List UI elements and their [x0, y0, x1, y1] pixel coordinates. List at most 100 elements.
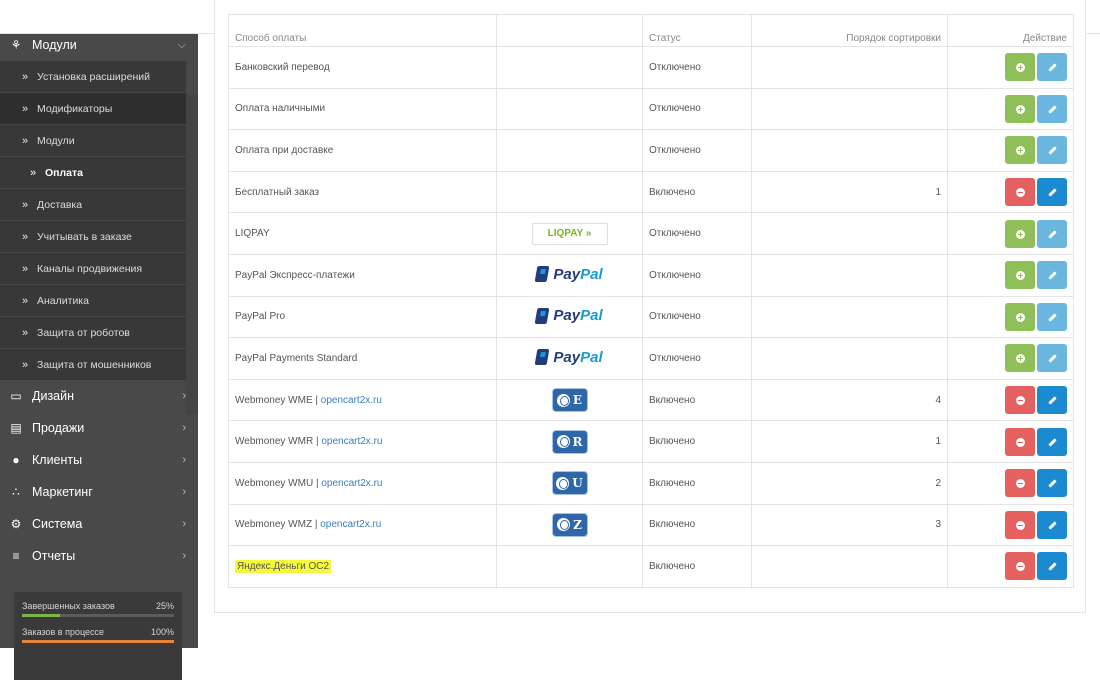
vendor-link[interactable]: opencart2x.ru: [321, 436, 382, 447]
submenu-item[interactable]: » Защита от мошенников: [0, 349, 186, 381]
sidebar-item-modules[interactable]: ⚘ Модули ⌵: [0, 29, 198, 61]
pencil-icon: [1048, 396, 1057, 405]
uninstall-button[interactable]: [1005, 427, 1035, 456]
monitor-icon: ▭: [10, 389, 22, 403]
edit-button[interactable]: [1037, 261, 1067, 290]
vendor-link[interactable]: opencart2x.ru: [321, 395, 382, 406]
cell-payment-name: Webmoney WMU | opencart2x.ru: [228, 461, 497, 505]
uninstall-button[interactable]: [1005, 469, 1035, 498]
cell-logo: Pay Pal: [496, 253, 643, 297]
cell-actions: [947, 87, 1074, 131]
pencil-icon: [1048, 146, 1057, 156]
cell-logo: [496, 46, 643, 89]
cell-status: Включено: [642, 420, 752, 463]
submenu-item[interactable]: » Доставка: [0, 189, 186, 221]
edit-button[interactable]: [1037, 94, 1067, 123]
table-row: PayPal Pro Pay Pal Отключено: [228, 295, 1074, 339]
plus-circle-icon: [1016, 229, 1025, 239]
stat-progress-fill: [22, 640, 174, 643]
vendor-link[interactable]: opencart2x.ru: [321, 478, 382, 489]
edit-button[interactable]: [1037, 386, 1067, 415]
pencil-icon: [1048, 479, 1057, 488]
install-button[interactable]: [1005, 219, 1035, 248]
vendor-link[interactable]: opencart2x.ru: [320, 519, 381, 530]
install-button[interactable]: [1005, 302, 1035, 331]
edit-button[interactable]: [1037, 53, 1067, 82]
uninstall-button[interactable]: [1005, 386, 1035, 415]
edit-button[interactable]: [1037, 510, 1067, 539]
submenu-item[interactable]: » Аналитика: [0, 285, 186, 317]
cell-actions: [947, 420, 1074, 463]
sidebar-item-reports[interactable]: ≡ Отчеты ›: [0, 540, 198, 572]
payment-name: Яндекс.Деньги OC2: [235, 559, 332, 573]
edit-button[interactable]: [1037, 469, 1067, 498]
install-button[interactable]: [1005, 261, 1035, 290]
table-row: LIQPAY LIQPAY » Отключено: [228, 212, 1074, 255]
table-row: Webmoney WMR | opencart2x.ru R Включено 1: [228, 420, 1074, 463]
cell-actions: [947, 461, 1074, 505]
chevron-right-icon: ›: [182, 518, 186, 530]
install-button[interactable]: [1005, 136, 1035, 165]
submenu-item[interactable]: » Установка расширений: [0, 61, 186, 93]
install-button[interactable]: [1005, 94, 1035, 123]
edit-button[interactable]: [1037, 302, 1067, 331]
sidebar-item-design[interactable]: ▭ Дизайн ›: [0, 380, 198, 412]
chevron-right-icon: ›: [182, 486, 186, 498]
cell-logo: LIQPAY »: [496, 212, 643, 255]
table-row: Webmoney WMU | opencart2x.ru U Включено 2: [228, 461, 1074, 505]
edit-button[interactable]: [1037, 344, 1067, 373]
submenu-item[interactable]: » Каналы продвижения: [0, 253, 186, 285]
table-row: Webmoney WME | opencart2x.ru E Включено 4: [228, 378, 1074, 422]
plus-circle-icon: [1016, 104, 1025, 114]
uninstall-button[interactable]: [1005, 552, 1035, 581]
cell-status: Отключено: [642, 46, 752, 89]
pencil-icon: [1048, 271, 1057, 281]
payment-name: PayPal Pro: [235, 311, 286, 323]
plus-circle-icon: [1016, 354, 1025, 364]
cell-logo: Z: [496, 503, 643, 547]
cell-status: Отключено: [642, 212, 752, 255]
submenu-item[interactable]: » Защита от роботов: [0, 317, 186, 349]
cell-sort-order: [751, 212, 948, 255]
submenu-item[interactable]: » Модификаторы: [0, 93, 186, 125]
uninstall-button[interactable]: [1005, 510, 1035, 539]
table-row: Яндекс.Деньги OC2 Включено: [228, 545, 1074, 588]
submenu-item[interactable]: » Учитывать в заказе: [0, 221, 186, 253]
sidebar-item-clients[interactable]: ● Клиенты ›: [0, 444, 198, 476]
submenu-item[interactable]: » Оплата: [0, 157, 186, 189]
cell-payment-name: PayPal Pro: [228, 295, 497, 339]
submenu-item[interactable]: » Модули: [0, 125, 186, 157]
cell-logo: U: [496, 461, 643, 505]
cell-sort-order: 3: [751, 503, 948, 547]
submenu-item-label: Установка расширений: [37, 70, 150, 83]
edit-button[interactable]: [1037, 136, 1067, 165]
cell-sort-order: [751, 253, 948, 297]
edit-button[interactable]: [1037, 219, 1067, 248]
sidebar-item-marketing[interactable]: ∴ Маркетинг ›: [0, 476, 198, 508]
cell-actions: [947, 212, 1074, 255]
install-button[interactable]: [1005, 344, 1035, 373]
sidebar-item-sales[interactable]: ▤ Продажи ›: [0, 412, 198, 444]
stat-value: 25%: [155, 601, 174, 611]
edit-button[interactable]: [1037, 552, 1067, 581]
sidebar-item-label: Система: [32, 517, 83, 531]
cell-sort-order: 1: [751, 170, 948, 214]
cell-sort-order: [751, 46, 948, 89]
puzzle-icon: ⚘: [10, 38, 22, 52]
sidebar-item-system[interactable]: ⚙ Система ›: [0, 508, 198, 540]
table-row: Webmoney WMZ | opencart2x.ru Z Включено 3: [228, 503, 1074, 547]
payment-name: Webmoney WMR: [235, 436, 314, 448]
pencil-icon: [1048, 63, 1057, 73]
double-chevron-right-icon: »: [22, 326, 29, 339]
cart-icon: ▤: [10, 421, 22, 435]
submenu-item-label: Оплата: [45, 166, 84, 179]
chevron-right-icon: ›: [182, 550, 186, 562]
minus-circle-icon: [1016, 479, 1025, 489]
stat-orders-in-progress: Заказов в процессе 100%: [22, 624, 174, 650]
payments-table: Способ оплаты Статус Порядок сортировки …: [228, 14, 1074, 588]
install-button[interactable]: [1005, 53, 1035, 82]
uninstall-button[interactable]: [1005, 178, 1035, 207]
edit-button[interactable]: [1037, 178, 1067, 207]
payment-name: Бесплатный заказ: [235, 186, 320, 198]
edit-button[interactable]: [1037, 427, 1067, 456]
